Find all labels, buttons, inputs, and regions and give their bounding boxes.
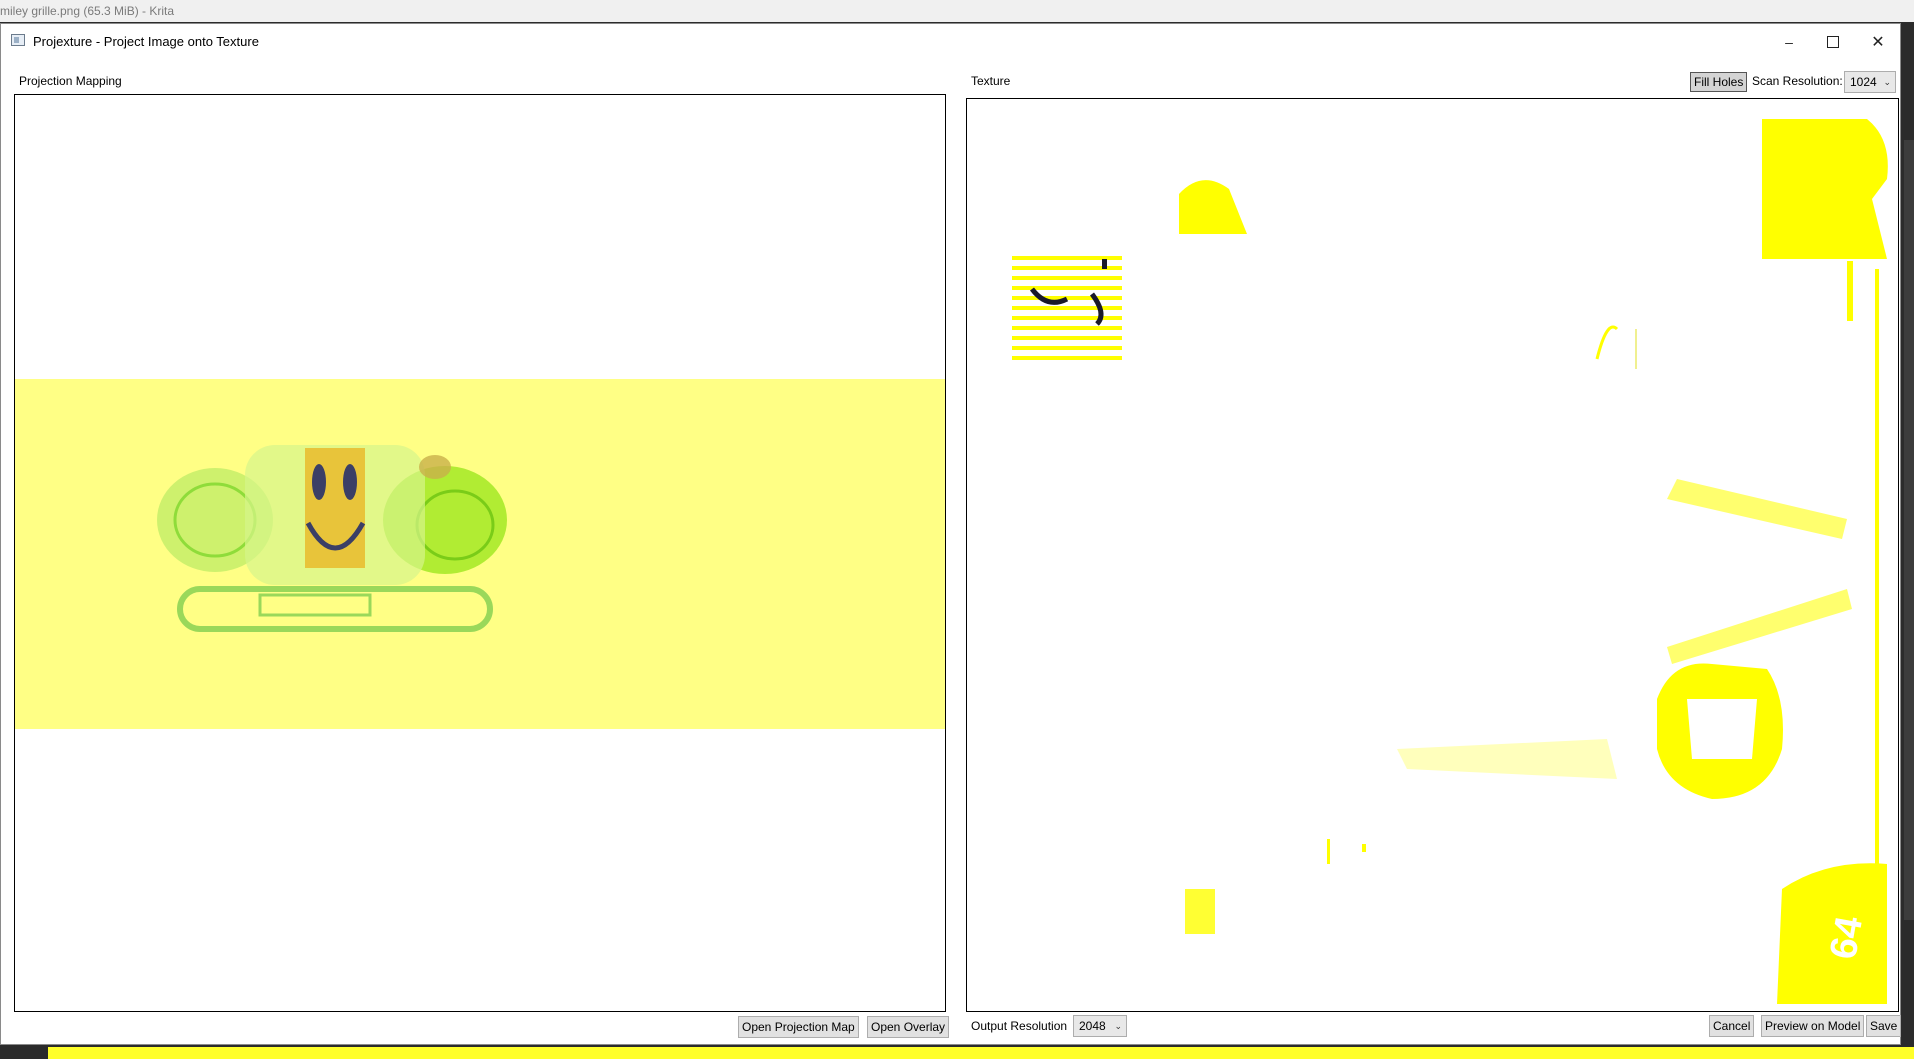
texture-label: Texture <box>971 74 1011 88</box>
texture-piece-large-top <box>1762 119 1888 259</box>
texture-piece-mid-hole <box>1687 699 1757 759</box>
open-projection-map-button[interactable]: Open Projection Map <box>738 1016 859 1038</box>
output-resolution-label: Output Resolution <box>971 1019 1068 1033</box>
fill-holes-button[interactable]: Fill Holes <box>1690 72 1748 92</box>
texture-face-patch <box>1012 256 1122 360</box>
texture-mark-a <box>1327 839 1330 864</box>
host-side-panel <box>1904 140 1914 920</box>
texture-decal-number: 64 <box>1822 913 1871 962</box>
chevron-down-icon: ⌄ <box>1883 77 1891 87</box>
maximize-button[interactable] <box>1811 24 1855 60</box>
texture-view[interactable]: 64 <box>966 98 1899 1012</box>
output-resolution-select[interactable]: 2048 ⌄ <box>1073 1015 1127 1037</box>
texture-strip-a <box>1847 261 1853 321</box>
save-button[interactable]: Save <box>1866 1015 1902 1037</box>
texture-v-lower <box>1667 589 1852 664</box>
chevron-down-icon: ⌄ <box>1114 1021 1122 1031</box>
scan-resolution-label: Scan Resolution: <box>1752 74 1843 88</box>
side-emblem-shape <box>419 455 451 479</box>
smiley-right-eye <box>343 464 357 500</box>
texture-strip-b <box>1875 269 1879 899</box>
projection-mapping-view[interactable] <box>14 94 946 1012</box>
texture-faint-band <box>1397 739 1617 779</box>
texture-mark-b <box>1362 844 1366 852</box>
projection-mapping-label: Projection Mapping <box>19 74 122 88</box>
smiley-left-eye <box>312 464 326 500</box>
open-overlay-button[interactable]: Open Overlay <box>867 1016 950 1038</box>
output-resolution-value: 2048 <box>1079 1019 1106 1033</box>
texture-small-block <box>1185 889 1215 934</box>
close-icon: ✕ <box>1871 34 1885 51</box>
texture-thin-curve <box>1595 325 1619 360</box>
app-window-icon <box>11 34 25 46</box>
scan-resolution-value: 1024 <box>1850 75 1877 89</box>
close-button[interactable]: ✕ <box>1856 24 1900 60</box>
texture-piece-small <box>1179 180 1247 234</box>
dialog-titlebar[interactable]: Projexture - Project Image onto Texture … <box>1 24 1900 60</box>
minimize-button[interactable]: – <box>1767 24 1811 60</box>
scan-resolution-select[interactable]: 1024 ⌄ <box>1844 71 1896 93</box>
preview-on-model-button[interactable]: Preview on Model <box>1761 1015 1865 1037</box>
minimize-icon: – <box>1785 34 1793 50</box>
host-canvas-edge <box>48 1047 1914 1059</box>
cancel-button[interactable]: Cancel <box>1709 1015 1755 1037</box>
texture-thin-line <box>1635 329 1637 369</box>
projection-image <box>15 379 945 729</box>
maximize-icon <box>1827 36 1839 48</box>
host-window-title: miley grille.png (65.3 MiB) - Krita <box>0 0 1914 22</box>
projexture-dialog: Projexture - Project Image onto Texture … <box>0 23 1902 1045</box>
dialog-title: Projexture - Project Image onto Texture <box>33 34 259 49</box>
texture-image: 64 <box>1012 119 1888 1004</box>
texture-v-upper <box>1667 479 1847 539</box>
